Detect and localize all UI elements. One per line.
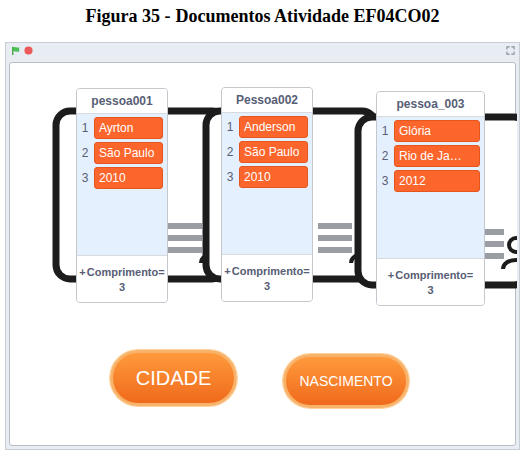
green-flag-icon[interactable] (10, 45, 21, 56)
length-value: 3 (378, 284, 483, 296)
figure-caption: Figura 35 -Documentos Atividade EF04CO02 (0, 0, 525, 36)
item-value[interactable]: São Paulo (94, 142, 163, 164)
item-value[interactable]: Ayrton (94, 117, 163, 139)
list-item: 2São Paulo (79, 142, 163, 164)
item-index: 2 (224, 145, 236, 159)
list-footer: +Comprimento= 3 (222, 254, 312, 301)
item-value[interactable]: 2010 (94, 167, 163, 189)
list-items: 1Ayrton2São Paulo32010 (77, 114, 167, 255)
fullscreen-icon[interactable] (506, 46, 515, 55)
list-item: 2São Paulo (224, 141, 308, 163)
length-value: 3 (78, 281, 166, 293)
item-index: 2 (79, 146, 91, 160)
list-monitor: pessoa_0031Glória2Rio de Ja…32012+Compri… (376, 91, 485, 306)
add-item-button[interactable]: + (224, 265, 230, 277)
length-label: Comprimento= (87, 266, 165, 278)
add-item-button[interactable]: + (79, 266, 85, 278)
sprite-button[interactable]: CIDADE (110, 350, 237, 406)
stop-icon[interactable] (24, 46, 33, 55)
page: Figura 35 -Documentos Atividade EF04CO02… (0, 0, 525, 455)
item-value[interactable]: 2010 (239, 166, 308, 188)
item-value[interactable]: São Paulo (239, 141, 308, 163)
list-title: pessoa001 (77, 89, 167, 114)
item-index: 3 (224, 170, 236, 184)
item-value[interactable]: Anderson (239, 116, 308, 138)
scratch-player: pessoa0011Ayrton2São Paulo32010+Comprime… (5, 42, 520, 450)
list-title: Pessoa002 (222, 88, 312, 113)
length-label: Comprimento= (232, 265, 310, 277)
list-item: 1Glória (379, 120, 480, 142)
item-index: 3 (379, 174, 391, 188)
item-value[interactable]: Glória (394, 120, 480, 142)
list-item: 32010 (224, 166, 308, 188)
list-footer: +Comprimento= 3 (77, 255, 167, 302)
list-items: 1Glória2Rio de Ja…32012 (377, 117, 484, 258)
item-index: 1 (224, 120, 236, 134)
add-item-button[interactable]: + (388, 269, 394, 281)
player-toolbar (6, 43, 519, 58)
list-item: 2Rio de Ja… (379, 145, 480, 167)
list-item: 1Ayrton (79, 117, 163, 139)
list-monitor: Pessoa0021Anderson2São Paulo32010+Compri… (221, 87, 313, 302)
sprite-button[interactable]: NASCIMENTO (283, 354, 409, 408)
list-item: 32012 (379, 170, 480, 192)
item-value[interactable]: Rio de Ja… (394, 145, 480, 167)
stage: pessoa0011Ayrton2São Paulo32010+Comprime… (9, 62, 516, 446)
caption-label: Figura 35 - (85, 6, 170, 36)
length-label: Comprimento= (395, 269, 473, 281)
list-items: 1Anderson2São Paulo32010 (222, 113, 312, 254)
item-index: 1 (79, 121, 91, 135)
list-footer: +Comprimento= 3 (377, 258, 484, 305)
item-index: 1 (379, 124, 391, 138)
list-title: pessoa_003 (377, 92, 484, 117)
item-value[interactable]: 2012 (394, 170, 480, 192)
list-item: 32010 (79, 167, 163, 189)
list-item: 1Anderson (224, 116, 308, 138)
length-value: 3 (223, 280, 311, 292)
item-index: 3 (79, 171, 91, 185)
caption-title: Documentos Atividade EF04CO02 (175, 6, 439, 36)
list-monitor: pessoa0011Ayrton2São Paulo32010+Comprime… (76, 88, 168, 303)
item-index: 2 (379, 149, 391, 163)
